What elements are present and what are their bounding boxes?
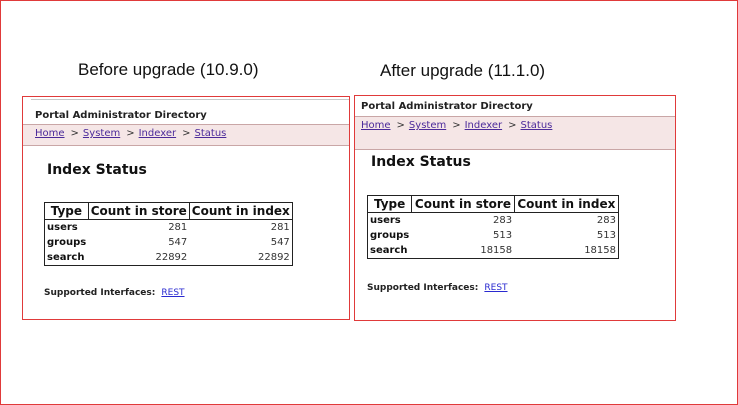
col-store-header: Count in store	[87, 202, 190, 220]
table-header-row: Type Count in store Count in index	[44, 202, 293, 220]
before-supported-label: Supported Interfaces:	[44, 288, 156, 298]
index-count-cell: 283	[596, 215, 616, 226]
type-cell: search	[47, 252, 85, 263]
before-crumb-status[interactable]: Status	[195, 128, 227, 139]
table-row: groups 547 547	[45, 235, 293, 250]
after-crumb-indexer[interactable]: Indexer	[465, 120, 503, 131]
before-crumb-indexer[interactable]: Indexer	[139, 128, 177, 139]
index-count-cell: 547	[270, 237, 290, 248]
index-count-cell: 22892	[257, 252, 290, 263]
table-row: groups 513 513	[368, 228, 619, 243]
store-count-cell: 281	[168, 222, 188, 233]
table-row: search 22892 22892	[45, 250, 293, 266]
table-row: search 18158 18158	[368, 243, 619, 259]
before-directory-title: Portal Administrator Directory	[35, 110, 207, 121]
type-cell: groups	[47, 237, 87, 248]
table-row: users 283 283	[368, 213, 619, 229]
after-supported-label: Supported Interfaces:	[367, 283, 479, 293]
before-crumb-system[interactable]: System	[83, 128, 120, 139]
after-crumb-home[interactable]: Home	[361, 120, 391, 131]
type-cell: users	[47, 222, 78, 233]
before-crumb-home[interactable]: Home	[35, 128, 65, 139]
after-directory-title: Portal Administrator Directory	[361, 101, 533, 112]
before-panel: Portal Administrator Directory Home > Syst…	[22, 96, 350, 320]
col-index-header: Count in index	[188, 202, 293, 220]
type-cell: users	[370, 215, 401, 226]
type-cell: search	[370, 245, 408, 256]
store-count-cell: 22892	[155, 252, 188, 263]
after-index-table: Type Count in store Count in index users…	[366, 195, 620, 259]
store-count-cell: 283	[493, 215, 513, 226]
index-count-cell: 281	[270, 222, 290, 233]
col-type-header: Type	[44, 202, 89, 220]
after-caption: After upgrade (11.1.0)	[380, 61, 546, 80]
store-count-cell: 513	[493, 230, 513, 241]
after-crumb-system[interactable]: System	[409, 120, 446, 131]
index-count-cell: 513	[596, 230, 616, 241]
index-count-cell: 18158	[584, 245, 616, 256]
after-breadcrumb: Home > System > Indexer > Status	[361, 120, 553, 131]
before-caption: Before upgrade (10.9.0)	[78, 60, 259, 79]
before-top-rule	[31, 99, 349, 100]
after-rest-link[interactable]: REST	[484, 283, 507, 293]
before-rest-link[interactable]: REST	[161, 288, 184, 298]
before-index-table: Type Count in store Count in index users…	[44, 202, 293, 266]
before-index-title: Index Status	[47, 162, 147, 178]
col-store-header: Count in store	[411, 195, 515, 213]
after-index-title: Index Status	[371, 154, 471, 170]
col-type-header: Type	[366, 195, 413, 213]
table-row: users 281 281	[45, 220, 293, 236]
store-count-cell: 18158	[480, 245, 513, 256]
col-index-header: Count in index	[513, 195, 620, 213]
after-crumb-status[interactable]: Status	[521, 120, 553, 131]
before-supported-interfaces: Supported Interfaces: REST	[44, 288, 185, 298]
type-cell: groups	[370, 230, 410, 241]
before-breadcrumb: Home > System > Indexer > Status	[35, 128, 227, 139]
table-header-row: Type Count in store Count in index	[366, 195, 620, 213]
store-count-cell: 547	[168, 237, 188, 248]
after-supported-interfaces: Supported Interfaces: REST	[367, 283, 508, 293]
after-panel: Portal Administrator Directory Home > Syst…	[354, 95, 676, 321]
